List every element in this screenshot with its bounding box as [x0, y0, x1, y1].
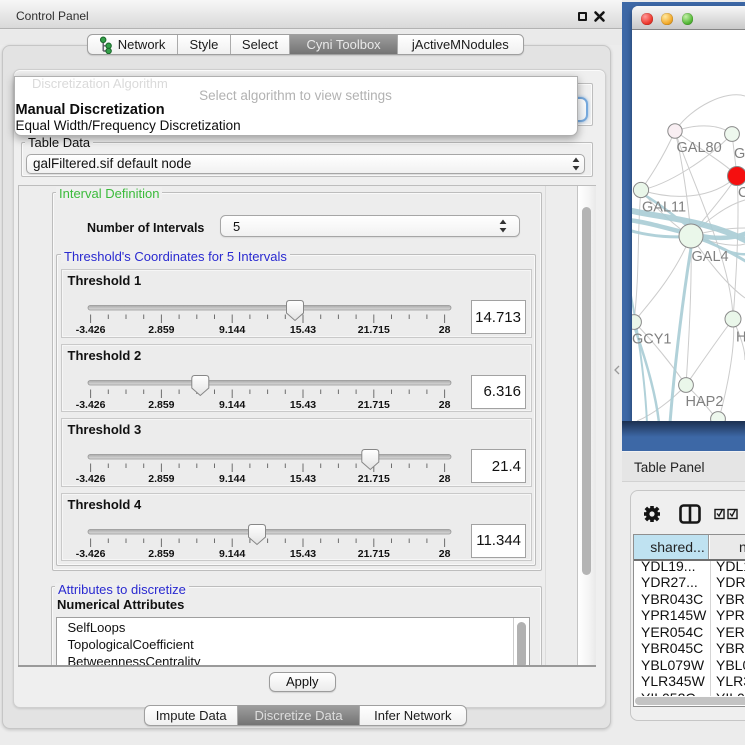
svg-text:HAP2: HAP2 — [686, 394, 724, 410]
svg-text:2.859: 2.859 — [148, 399, 174, 411]
svg-text:GAL4: GAL4 — [692, 249, 729, 265]
svg-text:-3.426: -3.426 — [76, 473, 106, 485]
svg-text:-3.426: -3.426 — [76, 324, 106, 336]
svg-text:GAL11: GAL11 — [642, 200, 686, 216]
svg-text:-3.426: -3.426 — [76, 548, 106, 560]
svg-text:2.859: 2.859 — [148, 473, 174, 485]
svg-text:15.43: 15.43 — [290, 473, 316, 485]
svg-text:15.43: 15.43 — [290, 548, 316, 560]
svg-text:28: 28 — [439, 324, 451, 336]
svg-text:15.43: 15.43 — [290, 399, 316, 411]
svg-text:28: 28 — [439, 473, 451, 485]
svg-text:21.715: 21.715 — [358, 548, 390, 560]
svg-text:2.859: 2.859 — [148, 324, 174, 336]
svg-text:9.144: 9.144 — [219, 399, 245, 411]
svg-text:H: H — [736, 330, 745, 346]
svg-text:28: 28 — [439, 399, 451, 411]
svg-text:G: G — [734, 146, 745, 162]
svg-text:GCY1: GCY1 — [632, 332, 672, 348]
svg-text:9.144: 9.144 — [219, 548, 245, 560]
svg-text:2.859: 2.859 — [148, 548, 174, 560]
svg-text:9.144: 9.144 — [219, 473, 245, 485]
svg-text:-3.426: -3.426 — [76, 399, 106, 411]
svg-text:9.144: 9.144 — [219, 324, 245, 336]
svg-text:15.43: 15.43 — [290, 324, 316, 336]
svg-text:C: C — [738, 185, 745, 201]
svg-text:21.715: 21.715 — [358, 473, 390, 485]
svg-text:28: 28 — [439, 548, 451, 560]
svg-text:21.715: 21.715 — [358, 399, 390, 411]
svg-text:21.715: 21.715 — [358, 324, 390, 336]
svg-text:GAL80: GAL80 — [677, 140, 722, 156]
